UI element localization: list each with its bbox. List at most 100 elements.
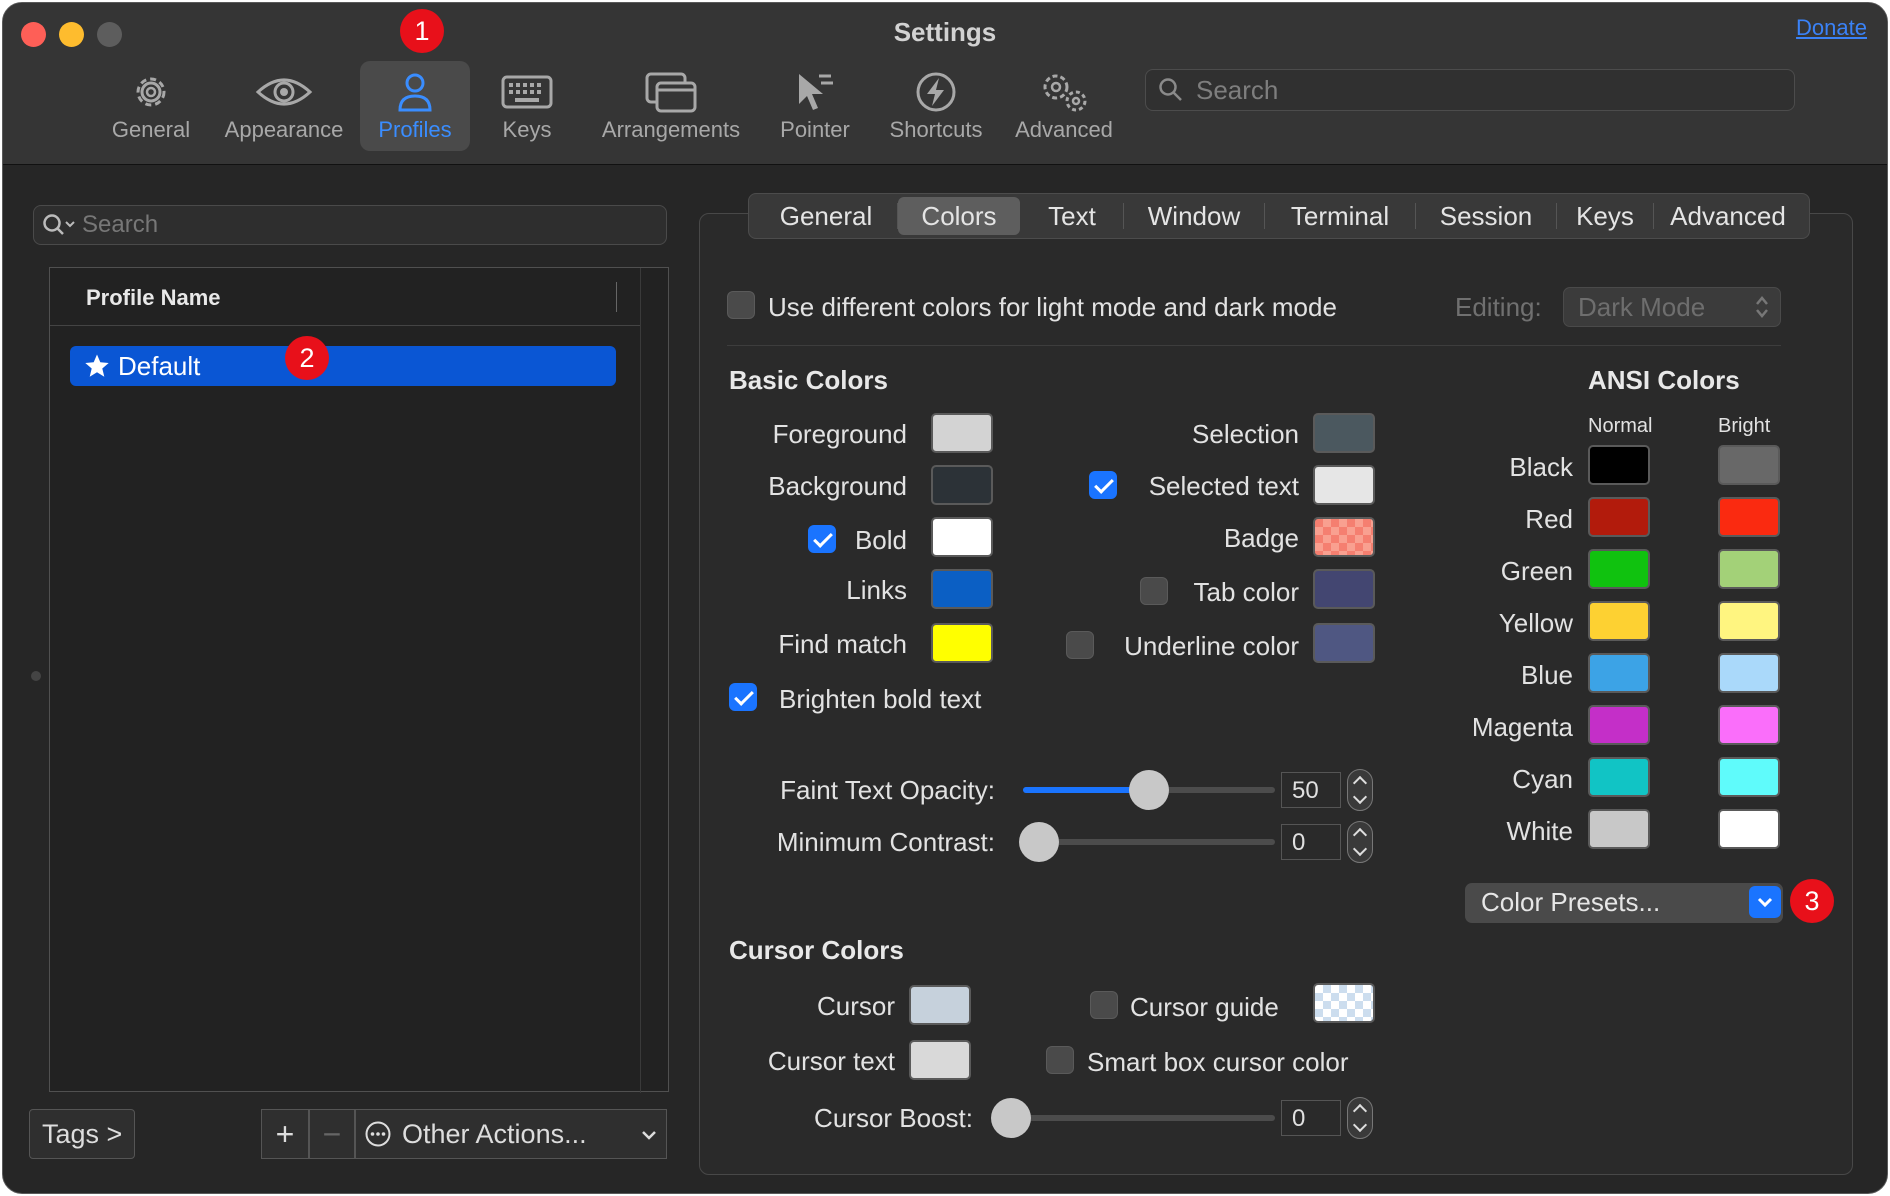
ansi-green-bright-well[interactable]: [1718, 549, 1780, 589]
cursor-boost-slider[interactable]: [991, 1098, 1275, 1138]
badge-label: Badge: [1223, 523, 1299, 553]
remove-profile-button[interactable]: −: [309, 1109, 355, 1159]
selected-text-checkbox[interactable]: [1089, 471, 1117, 499]
tab-session[interactable]: Session: [1416, 197, 1556, 235]
annotation-badge-1: 1: [400, 9, 444, 53]
cursor-boost-stepper[interactable]: [1347, 1097, 1373, 1139]
toolbar-general[interactable]: General: [104, 61, 198, 151]
slider-knob[interactable]: [991, 1098, 1031, 1138]
min-contrast-stepper[interactable]: [1347, 821, 1373, 863]
ansi-red-normal-well[interactable]: [1588, 497, 1650, 537]
links-color-well[interactable]: [931, 569, 993, 609]
underline-color-label: Underline color: [1124, 631, 1299, 661]
underline-color-well[interactable]: [1313, 623, 1375, 663]
tab-colors[interactable]: Colors: [898, 197, 1020, 235]
selected-text-label: Selected text: [1148, 471, 1299, 501]
ansi-white-normal-well[interactable]: [1588, 809, 1650, 849]
tags-button[interactable]: Tags >: [29, 1109, 135, 1159]
other-actions-label: Other Actions...: [402, 1118, 587, 1149]
editing-mode-select[interactable]: Dark Mode: [1563, 287, 1781, 327]
toolbar-label: Advanced: [1015, 117, 1113, 142]
toolbar-pointer[interactable]: Pointer: [771, 61, 859, 151]
foreground-color-well[interactable]: [931, 413, 993, 453]
ansi-black-bright-well[interactable]: [1718, 445, 1780, 485]
bold-color-well[interactable]: [931, 517, 993, 557]
toolbar-keys[interactable]: Keys: [491, 61, 563, 151]
find-match-color-well[interactable]: [931, 623, 993, 663]
min-contrast-value[interactable]: 0: [1281, 824, 1341, 860]
tab-text[interactable]: Text: [1021, 197, 1123, 235]
toolbar-shortcuts[interactable]: Shortcuts: [878, 61, 994, 151]
ansi-yellow-normal-well[interactable]: [1588, 601, 1650, 641]
smart-box-cursor-checkbox[interactable]: [1046, 1046, 1074, 1074]
cursor-guide-checkbox[interactable]: [1090, 991, 1118, 1019]
column-divider: [616, 282, 617, 312]
ansi-blue-bright-well[interactable]: [1718, 653, 1780, 693]
selection-color-well[interactable]: [1313, 413, 1375, 453]
color-presets-label: Color Presets...: [1481, 887, 1661, 917]
badge-color-well[interactable]: [1313, 517, 1375, 557]
slider-knob[interactable]: [1129, 770, 1169, 810]
slider-knob[interactable]: [1019, 822, 1059, 862]
add-profile-button[interactable]: +: [261, 1109, 309, 1159]
min-contrast-label: Minimum Contrast:: [776, 827, 995, 857]
background-label: Background: [768, 471, 907, 501]
profile-name-column-header[interactable]: Profile Name: [50, 268, 640, 326]
faint-opacity-label: Faint Text Opacity:: [780, 775, 995, 805]
other-actions-button[interactable]: Other Actions...: [355, 1109, 667, 1159]
search-icon: [43, 214, 75, 235]
background-color-well[interactable]: [931, 465, 993, 505]
ansi-yellow-bright-well[interactable]: [1718, 601, 1780, 641]
ansi-blue-normal-well[interactable]: [1588, 653, 1650, 693]
light-dark-mode-checkbox[interactable]: [727, 291, 755, 319]
min-contrast-slider[interactable]: [1019, 822, 1275, 862]
profile-row-default[interactable]: Default: [70, 346, 616, 386]
chevron-down-icon: [1749, 886, 1781, 918]
cursor-guide-color-well[interactable]: [1313, 983, 1375, 1023]
ansi-white-bright-well[interactable]: [1718, 809, 1780, 849]
ansi-red-bright-well[interactable]: [1718, 497, 1780, 537]
links-label: Links: [846, 575, 907, 605]
cursor-color-well[interactable]: [909, 985, 971, 1025]
tab-color-well[interactable]: [1313, 569, 1375, 609]
toolbar-profiles[interactable]: Profiles: [360, 61, 470, 151]
ansi-black-normal-well[interactable]: [1588, 445, 1650, 485]
tab-advanced[interactable]: Advanced: [1654, 197, 1802, 235]
star-icon: [85, 354, 109, 377]
underline-color-checkbox[interactable]: [1066, 631, 1094, 659]
faint-opacity-value[interactable]: 50: [1281, 772, 1341, 808]
tab-color-checkbox[interactable]: [1140, 577, 1168, 605]
tab-general[interactable]: General: [755, 197, 897, 235]
color-presets-button[interactable]: Color Presets...: [1465, 883, 1783, 923]
cursor-label: Cursor: [816, 991, 895, 1021]
ansi-magenta-normal-well[interactable]: [1588, 705, 1650, 745]
donate-link[interactable]: Donate: [1796, 15, 1867, 41]
cursor-text-label: Cursor text: [767, 1046, 895, 1076]
cursor-boost-value[interactable]: 0: [1281, 1100, 1341, 1136]
ansi-red-label: Red: [1525, 504, 1573, 534]
editing-mode-value: Dark Mode: [1578, 292, 1706, 322]
ansi-magenta-bright-well[interactable]: [1718, 705, 1780, 745]
updown-chevron-icon: [1756, 296, 1768, 318]
bolt-icon: [914, 67, 958, 117]
settings-search-input[interactable]: Search: [1145, 69, 1795, 111]
faint-opacity-slider[interactable]: [1023, 770, 1275, 810]
split-handle[interactable]: [31, 671, 41, 681]
tab-keys[interactable]: Keys: [1557, 197, 1653, 235]
brighten-bold-checkbox[interactable]: [729, 683, 757, 711]
toolbar-appearance[interactable]: Appearance: [216, 61, 352, 151]
search-placeholder: Search: [1196, 74, 1279, 105]
toolbar-advanced[interactable]: Advanced: [1008, 61, 1120, 151]
annotation-badge-3: 3: [1790, 879, 1834, 923]
tab-terminal[interactable]: Terminal: [1265, 197, 1415, 235]
ansi-green-normal-well[interactable]: [1588, 549, 1650, 589]
tab-window[interactable]: Window: [1124, 197, 1264, 235]
selected-text-color-well[interactable]: [1313, 465, 1375, 505]
toolbar-arrangements[interactable]: Arrangements: [591, 61, 751, 151]
faint-opacity-stepper[interactable]: [1347, 769, 1373, 811]
ansi-cyan-normal-well[interactable]: [1588, 757, 1650, 797]
bold-checkbox[interactable]: [808, 525, 836, 553]
profile-search-input[interactable]: Search: [33, 205, 667, 245]
ansi-cyan-bright-well[interactable]: [1718, 757, 1780, 797]
cursor-text-color-well[interactable]: [909, 1040, 971, 1080]
